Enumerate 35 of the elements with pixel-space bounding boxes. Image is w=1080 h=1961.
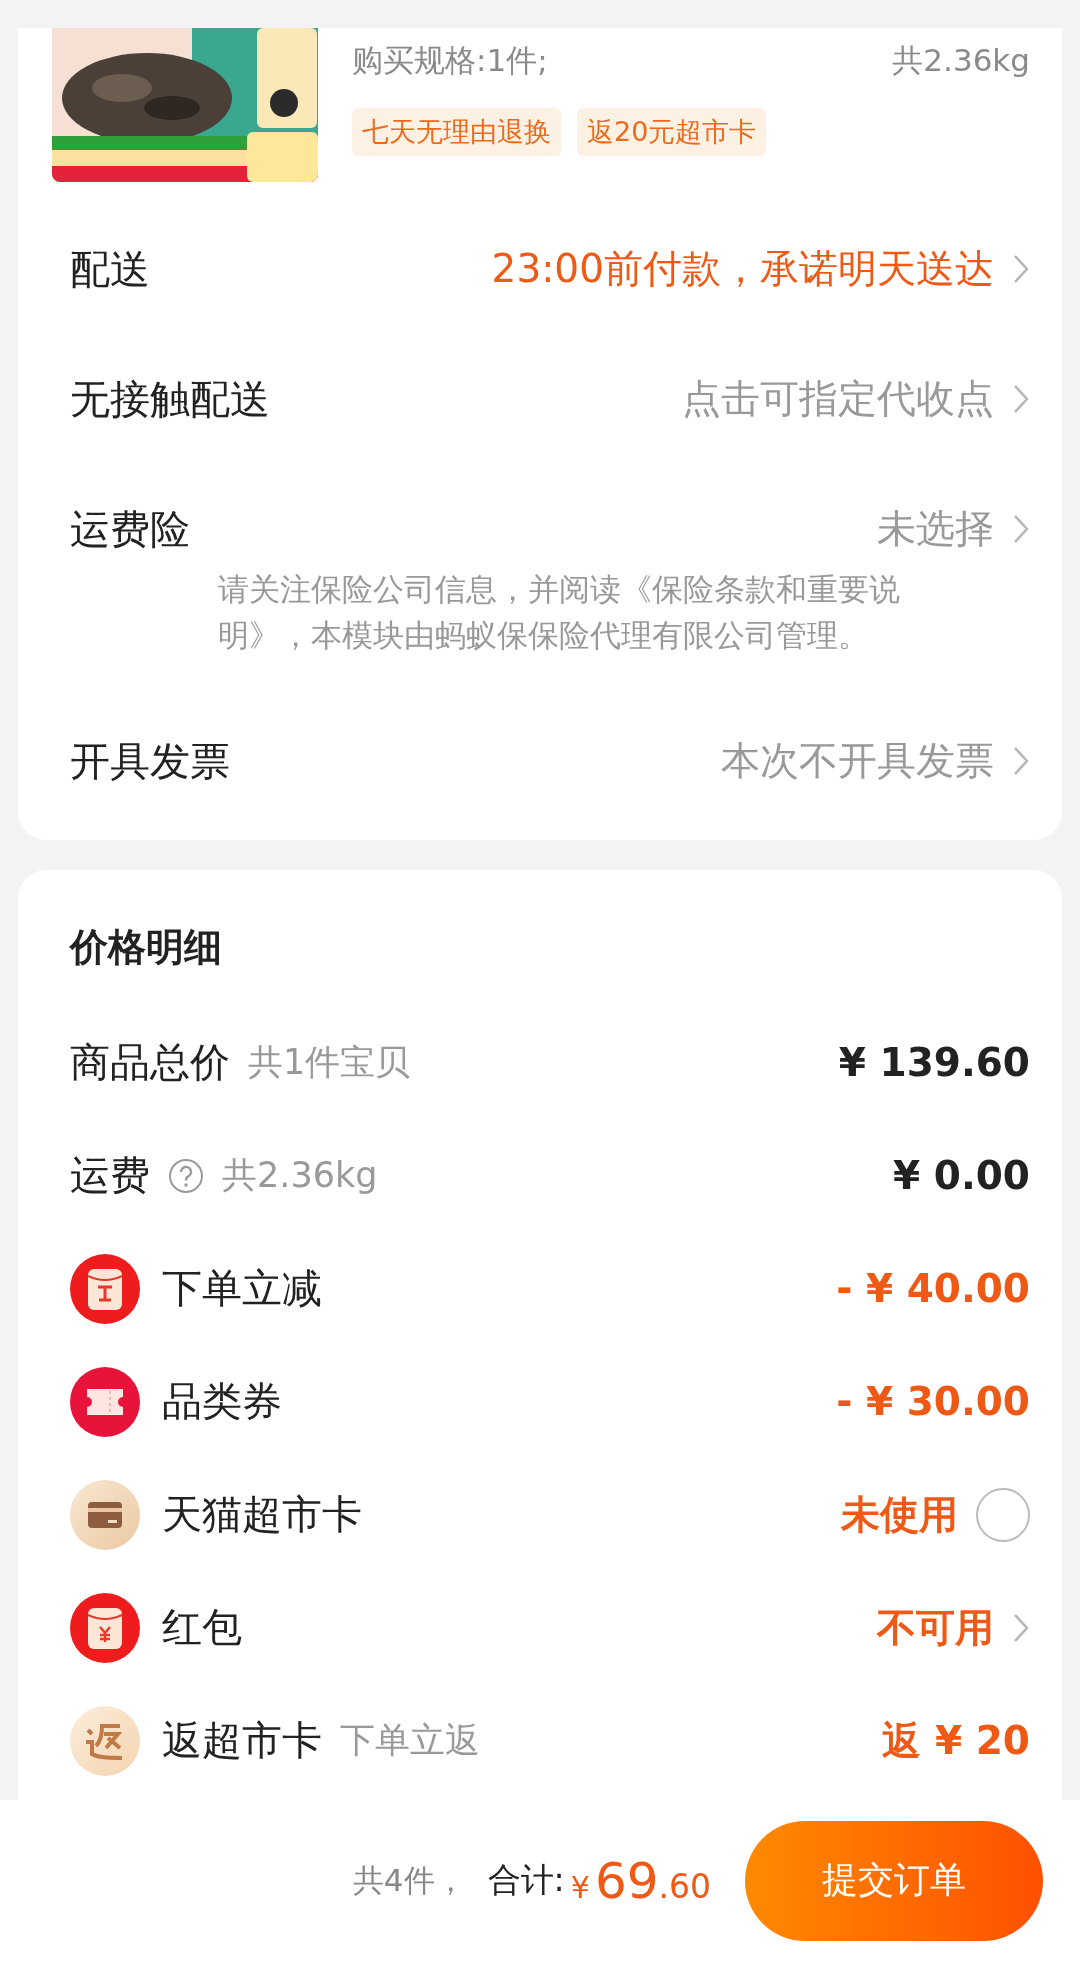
price-value: - ¥ 40.00	[836, 1266, 1030, 1311]
price-note: 下单立返	[340, 1719, 480, 1762]
price-label: 品类券	[162, 1377, 282, 1426]
price-note: 共2.36kg	[222, 1154, 378, 1197]
service-tag: 七天无理由退换	[352, 108, 561, 156]
price-label: 红包	[162, 1603, 242, 1652]
price-note: 共1件宝贝	[248, 1041, 411, 1084]
price-value: 不可用	[877, 1603, 994, 1652]
weight-text: 共2.36kg	[892, 41, 1030, 80]
option-label: 运费险	[70, 504, 190, 554]
spec-text: 购买规格:1件;	[352, 41, 548, 80]
price-value: ¥ 0.00	[893, 1153, 1030, 1198]
price-value: 返 ¥ 20	[882, 1716, 1030, 1765]
option-value-link[interactable]: 未选择	[877, 502, 1030, 556]
section-title: 价格明细	[68, 923, 223, 971]
price-label: 天猫超市卡	[162, 1490, 362, 1539]
price-value: 未使用	[841, 1490, 958, 1539]
total-label: 合计:	[487, 1859, 565, 1901]
option-label: 无接触配送	[70, 374, 270, 424]
option-value-link[interactable]: 点击可指定代收点	[682, 372, 1030, 426]
price-label: 商品总价	[70, 1038, 230, 1087]
item-count: 共4件，	[352, 1860, 466, 1900]
submit-order-button[interactable]: 提交订单	[745, 1820, 1043, 1941]
service-tag: 返20元超市卡	[577, 108, 767, 156]
option-value-link[interactable]: 23:00前付款，承诺明天送达	[491, 242, 1030, 296]
price-label: 运费	[70, 1151, 150, 1200]
option-value-link[interactable]: 本次不开具发票	[721, 734, 1030, 788]
insurance-note: 请关注保险公司信息，并阅读《保险条款和重要说明》，本模块由蚂蚁保保险代理有限公司管理。	[218, 570, 901, 655]
price-value: ¥ 139.60	[838, 1040, 1030, 1085]
option-label: 配送	[70, 244, 150, 294]
price-label: 下单立减	[162, 1264, 322, 1313]
option-label: 开具发票	[70, 736, 230, 786]
total-price: ¥69.60	[570, 1851, 711, 1910]
price-label: 返超市卡	[162, 1716, 322, 1765]
price-value: - ¥ 30.00	[836, 1379, 1030, 1424]
